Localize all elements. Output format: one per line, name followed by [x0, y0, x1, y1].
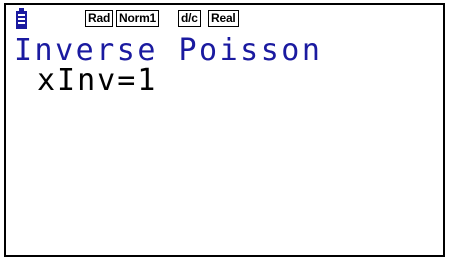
calculator-screen: Rad Norm1 d/c Real Inverse Poisson xInv=…	[4, 3, 445, 257]
fraction-mode-indicator: d/c	[178, 10, 201, 27]
angle-mode-indicator: Rad	[85, 10, 114, 27]
complex-mode-indicator: Real	[208, 10, 239, 27]
status-bar: Rad Norm1 d/c Real	[6, 5, 443, 33]
xinv-line[interactable]: xInv=1	[37, 65, 157, 97]
display-mode-indicator: Norm1	[116, 10, 160, 27]
battery-icon	[16, 8, 27, 29]
